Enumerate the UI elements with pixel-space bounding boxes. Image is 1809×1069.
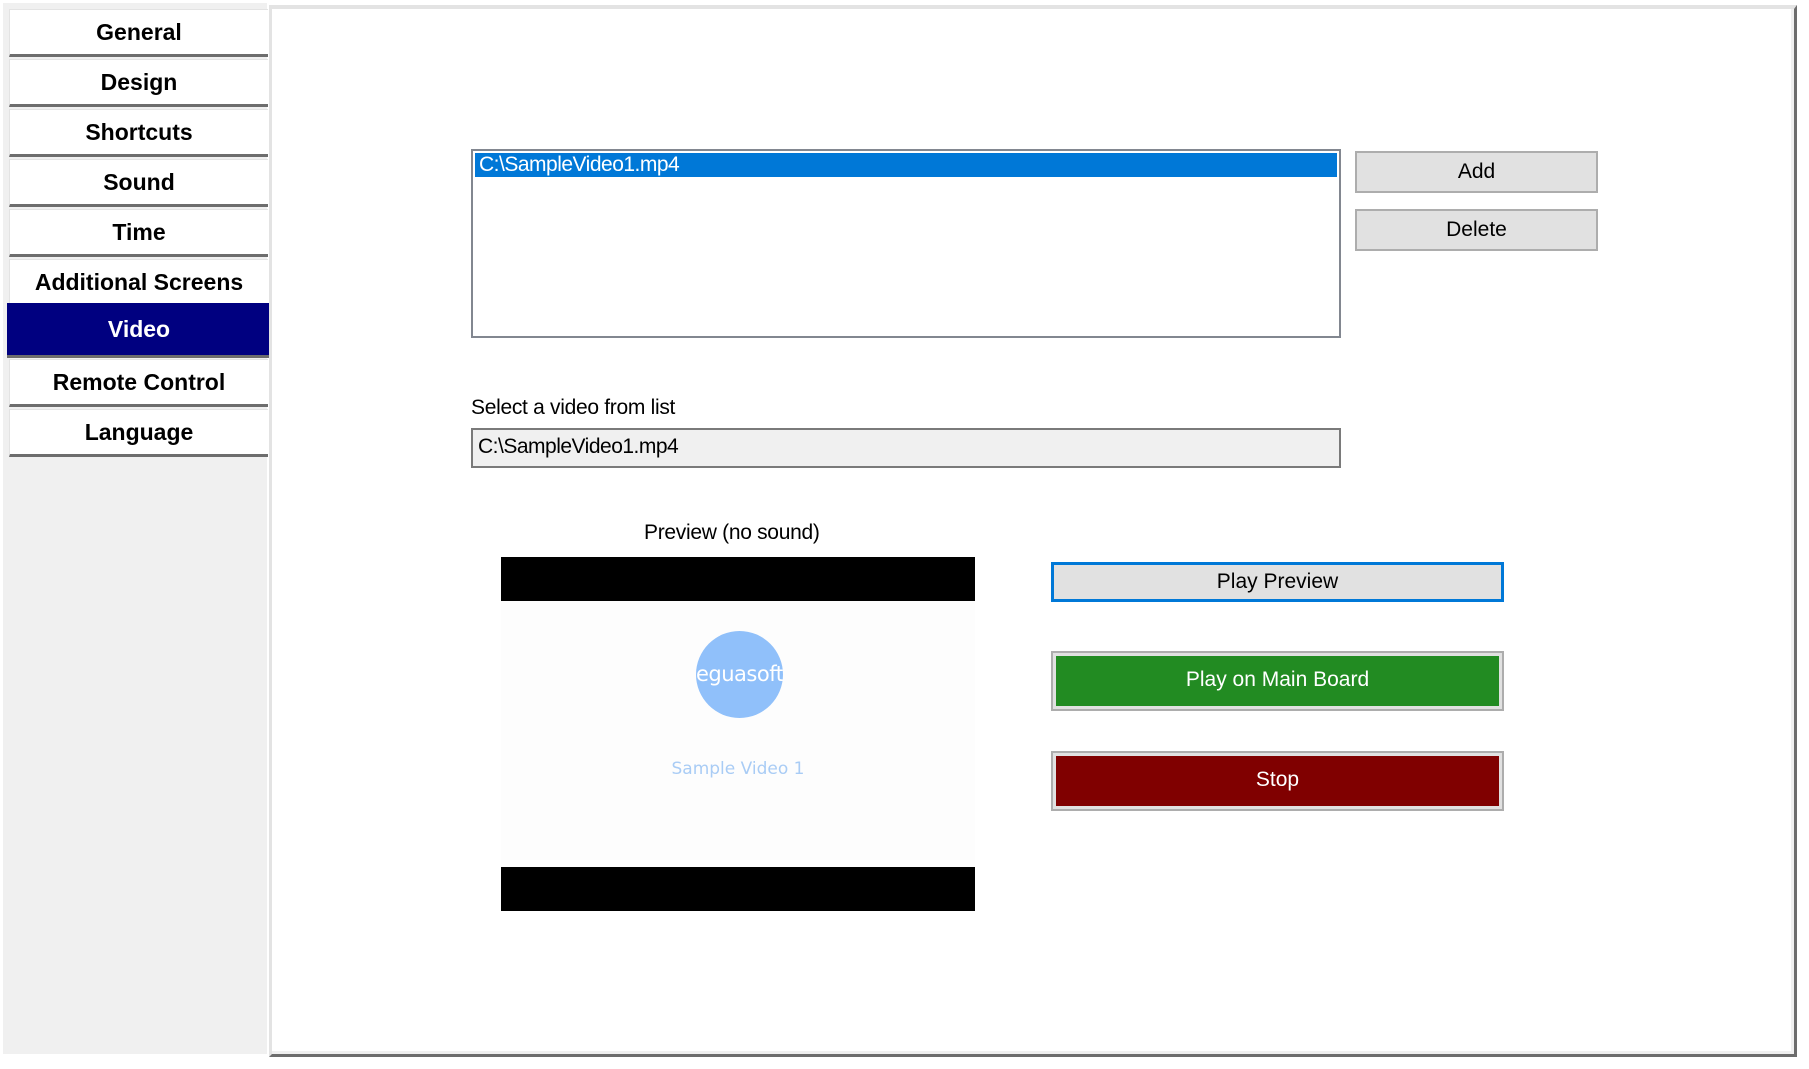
sidebar-item-language[interactable]: Language: [9, 409, 268, 457]
sidebar-item-shortcuts[interactable]: Shortcuts: [9, 109, 268, 157]
sidebar-item-general[interactable]: General: [9, 9, 268, 57]
sidebar-item-additional-screens[interactable]: Additional Screens: [9, 259, 268, 307]
preview-label: Preview (no sound): [644, 521, 820, 544]
eguasoft-logo: eguasoft: [696, 631, 783, 718]
letterbox-top: [501, 557, 975, 601]
add-button[interactable]: Add: [1355, 151, 1598, 193]
video-listbox[interactable]: C:\SampleVideo1.mp4: [471, 149, 1341, 338]
sidebar-item-design[interactable]: Design: [9, 59, 268, 107]
stop-button[interactable]: Stop: [1051, 751, 1504, 811]
stop-label: Stop: [1056, 756, 1499, 806]
sidebar-item-video[interactable]: Video: [7, 303, 271, 358]
play-on-main-board-label: Play on Main Board: [1056, 656, 1499, 706]
video-list-item[interactable]: C:\SampleVideo1.mp4: [475, 153, 1337, 177]
video-preview: eguasoft Sample Video 1: [501, 557, 975, 911]
selected-video-field[interactable]: C:\SampleVideo1.mp4: [471, 428, 1341, 468]
sidebar-item-time[interactable]: Time: [9, 209, 268, 257]
select-video-label: Select a video from list: [471, 396, 676, 419]
play-on-main-board-button[interactable]: Play on Main Board: [1051, 651, 1504, 711]
sidebar-item-sound[interactable]: Sound: [9, 159, 268, 207]
letterbox-bottom: [501, 867, 975, 911]
video-caption: Sample Video 1: [671, 759, 805, 779]
delete-button[interactable]: Delete: [1355, 209, 1598, 251]
sidebar-item-remote-control[interactable]: Remote Control: [9, 359, 268, 407]
play-preview-button[interactable]: Play Preview: [1051, 562, 1504, 602]
sidebar: General Design Shortcuts Sound Time Addi…: [3, 3, 271, 1054]
